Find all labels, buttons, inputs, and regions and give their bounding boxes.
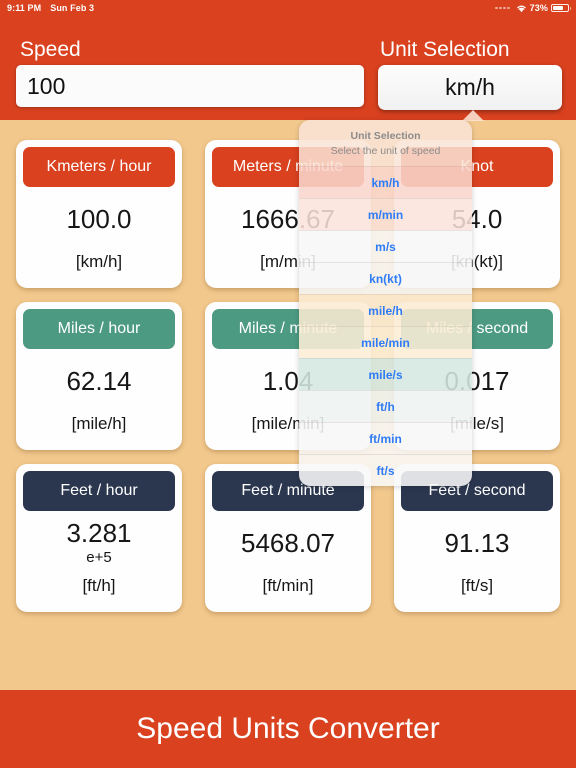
card-unit: [ft/min]: [262, 576, 314, 595]
card-exponent: e+5: [86, 548, 112, 566]
popover-option-list: km/h m/min m/s kn(kt) mile/h mile/min mi…: [299, 166, 472, 486]
card-unit: [ft/h]: [82, 576, 116, 595]
speed-label: Speed: [20, 38, 81, 61]
card-row: Kmeters / hour 100.0 [km/h] Meters / min…: [0, 140, 576, 288]
card-number: 100.0: [66, 203, 132, 234]
popover-option-ftmin[interactable]: ft/min: [299, 422, 472, 454]
card-unit: [mile/h]: [71, 414, 127, 433]
popover-subtitle: Select the unit of speed: [330, 144, 441, 157]
card-kmh[interactable]: Kmeters / hour 100.0 [km/h]: [16, 140, 182, 288]
card-ftmin[interactable]: Feet / minute 5468.07 [ft/min]: [205, 464, 371, 612]
popover-header: Unit Selection Select the unit of speed: [299, 120, 472, 166]
card-number: 5468.07: [241, 527, 335, 558]
card-fts[interactable]: Feet / second 91.13 [ft/s]: [394, 464, 560, 612]
app-root: 9:11 PM Sun Feb 3 73% Speed Unit Selecti…: [0, 0, 576, 768]
unit-selection-button[interactable]: km/h: [378, 65, 562, 110]
popover-option-ms[interactable]: m/s: [299, 230, 472, 262]
signal-dots-icon: [495, 6, 510, 10]
popover-option-mmin[interactable]: m/min: [299, 198, 472, 230]
battery-icon: [551, 3, 571, 13]
popover-option-miles[interactable]: mile/s: [299, 358, 472, 390]
unit-selection-label: Unit Selection: [380, 38, 510, 61]
card-number: 3.281: [66, 518, 132, 549]
card-title: Miles / hour: [23, 309, 175, 349]
card-fth[interactable]: Feet / hour 3.281 e+5 [ft/h]: [16, 464, 182, 612]
card-row: Feet / hour 3.281 e+5 [ft/h] Feet / minu…: [0, 464, 576, 612]
popover-option-kmh[interactable]: km/h: [299, 166, 472, 198]
status-bar: 9:11 PM Sun Feb 3 73%: [0, 0, 576, 16]
card-value: 62.14: [23, 349, 175, 414]
popover-option-fts[interactable]: ft/s: [299, 454, 472, 486]
card-value: 100.0: [23, 187, 175, 252]
status-bar-right: 73%: [495, 3, 571, 13]
conversion-grid: Kmeters / hour 100.0 [km/h] Meters / min…: [0, 140, 576, 626]
card-row: Miles / hour 62.14 [mile/h] Miles / minu…: [0, 302, 576, 450]
card-unit: [km/h]: [75, 252, 123, 271]
card-unit: [ft/s]: [460, 576, 494, 595]
status-bar-date: Sun Feb 3: [50, 3, 95, 13]
card-mileh[interactable]: Miles / hour 62.14 [mile/h]: [16, 302, 182, 450]
popover-option-fth[interactable]: ft/h: [299, 390, 472, 422]
footer-bar: Speed Units Converter: [0, 690, 576, 768]
popover-option-milemin[interactable]: mile/min: [299, 326, 472, 358]
card-number: 62.14: [66, 365, 132, 396]
card-value: 3.281 e+5: [23, 511, 175, 576]
app-title: Speed Units Converter: [136, 712, 440, 745]
card-value: 91.13: [401, 511, 553, 576]
card-title: Feet / hour: [23, 471, 175, 511]
battery-percent-label: 73%: [529, 3, 548, 13]
unit-selection-popover: Unit Selection Select the unit of speed …: [299, 120, 472, 486]
wifi-icon: [516, 4, 527, 13]
popover-option-mileh[interactable]: mile/h: [299, 294, 472, 326]
popover-option-knkt[interactable]: kn(kt): [299, 262, 472, 294]
popover-arrow-icon: [462, 110, 484, 121]
card-value: 5468.07: [212, 511, 364, 576]
status-bar-time: 9:11 PM: [7, 3, 42, 13]
card-number: 91.13: [444, 527, 510, 558]
popover-title: Unit Selection: [350, 129, 421, 142]
card-title: Kmeters / hour: [23, 147, 175, 187]
header-bar: Speed Unit Selection km/h: [0, 16, 576, 120]
speed-input[interactable]: [16, 65, 364, 107]
